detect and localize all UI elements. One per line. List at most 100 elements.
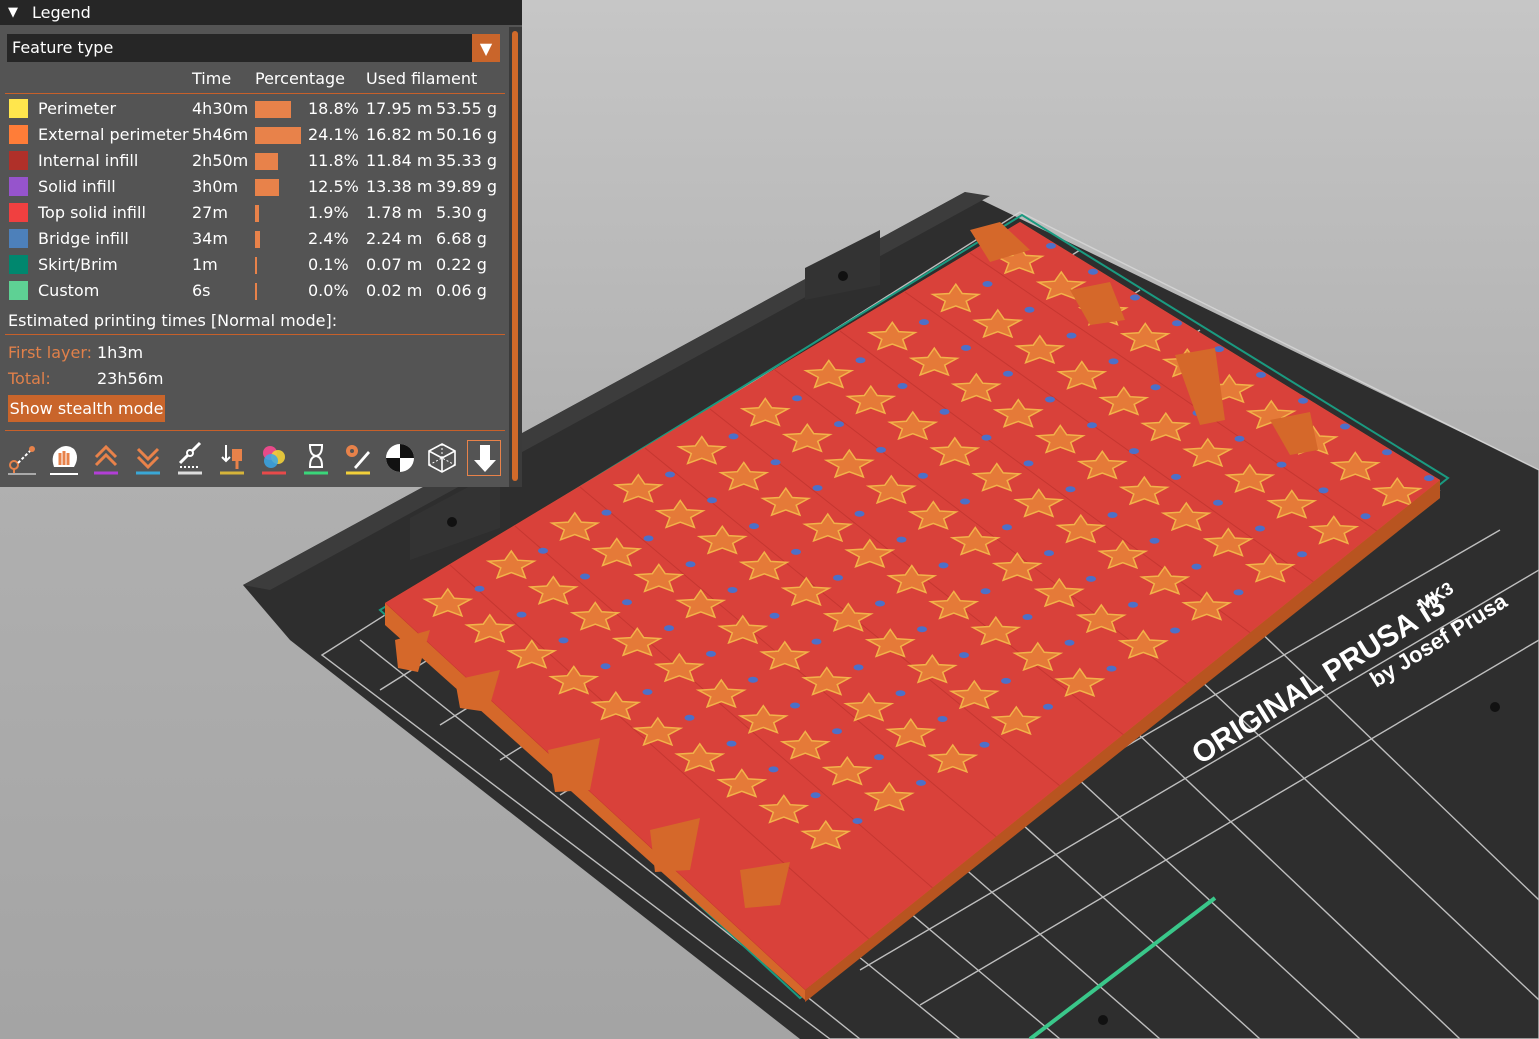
bridge-dot <box>474 585 485 592</box>
bridge-dot <box>1149 537 1160 544</box>
bridge-dot <box>1129 448 1139 455</box>
color-changes-icon[interactable] <box>257 440 291 476</box>
bridge-dot <box>728 433 739 440</box>
color-swatch <box>9 281 28 300</box>
shells-icon[interactable] <box>425 440 459 476</box>
options-toolbar <box>5 440 505 478</box>
color-swatch <box>9 255 28 274</box>
bridge-dot <box>770 459 781 466</box>
percentage-bar <box>255 101 291 118</box>
feature-label: Skirt/Brim <box>38 255 118 274</box>
view-type-dropdown[interactable]: Feature type ▼ <box>7 34 500 62</box>
bridge-dot <box>791 548 801 555</box>
time-value: 6s <box>192 281 211 300</box>
length-value: 0.07 m <box>366 255 423 274</box>
bridge-dot <box>1276 461 1287 468</box>
bridge-dot <box>852 818 863 824</box>
travel-icon[interactable] <box>5 440 39 476</box>
bridge-dot <box>960 498 970 505</box>
bridge-dot <box>1043 703 1053 710</box>
bridge-dot <box>1234 435 1245 442</box>
retractions-icon[interactable] <box>89 440 123 476</box>
bridge-dot <box>918 472 928 479</box>
bridge-dot <box>706 650 716 657</box>
length-value: 1.78 m <box>366 203 423 222</box>
bridge-dot <box>981 434 992 441</box>
bridge-dot <box>1360 513 1371 520</box>
first-layer-label: First layer: <box>8 343 93 362</box>
time-value: 34m <box>192 229 228 248</box>
length-value: 2.24 m <box>366 229 423 248</box>
percent-value: 2.4% <box>308 229 349 248</box>
bridge-dot <box>1064 639 1075 646</box>
bridge-dot <box>1086 575 1096 582</box>
bridge-dot <box>980 588 991 595</box>
seams-icon[interactable] <box>173 440 207 476</box>
legend-row[interactable]: Solid infill 3h0m 12.5% 13.38 m 39.89 g <box>0 174 505 200</box>
view-type-value: Feature type <box>12 38 114 57</box>
estimated-separator <box>5 334 505 335</box>
tool-changes-icon[interactable] <box>215 440 249 476</box>
center-of-gravity-icon[interactable] <box>383 440 417 476</box>
bridge-dot <box>769 612 780 619</box>
legend-row[interactable]: External perimeter 5h46m 24.1% 16.82 m 50.16… <box>0 122 505 148</box>
legend-header[interactable]: ▼ Legend <box>0 0 522 25</box>
percentage-bar <box>255 127 301 144</box>
custom-gcode-icon[interactable] <box>341 440 375 476</box>
legend-row[interactable]: Skirt/Brim 1m 0.1% 0.07 m 0.22 g <box>0 252 505 278</box>
bridge-dot <box>1045 396 1055 403</box>
bridge-dot <box>1340 423 1350 430</box>
bridge-dot <box>685 561 696 568</box>
collapse-triangle-icon[interactable]: ▼ <box>8 5 24 20</box>
bridge-dot <box>919 319 929 326</box>
bridge-dot <box>1106 665 1117 672</box>
length-value: 13.38 m <box>366 177 433 196</box>
bridge-dot <box>664 625 674 632</box>
legend-row[interactable]: Perimeter 4h30m 18.8% 17.95 m 53.55 g <box>0 96 505 122</box>
wipe-icon[interactable] <box>47 440 81 476</box>
pause-icon[interactable] <box>299 440 333 476</box>
bridge-dot <box>854 510 865 517</box>
bridge-dot <box>982 281 993 287</box>
weight-value: 35.33 g <box>436 151 498 170</box>
total-value: 23h56m <box>97 369 164 388</box>
legend-row[interactable]: Custom 6s 0.0% 0.02 m 0.06 g <box>0 278 505 304</box>
scrollbar-thumb[interactable] <box>512 31 518 481</box>
bridge-dot <box>749 523 759 530</box>
bridge-dot <box>855 357 866 364</box>
first-layer-value: 1h3m <box>97 343 144 362</box>
bridge-dot <box>1256 371 1266 378</box>
bridge-dot <box>790 702 800 709</box>
bridge-dot <box>642 689 653 695</box>
legend-row[interactable]: Top solid infill 27m 1.9% 1.78 m 5.30 g <box>0 200 505 226</box>
feature-label: Internal infill <box>38 151 139 170</box>
bridge-dot <box>896 536 907 543</box>
deretractions-icon[interactable] <box>131 440 165 476</box>
bridge-dot <box>1214 346 1224 353</box>
bridge-dot <box>580 573 590 580</box>
feature-label: Perimeter <box>38 99 117 118</box>
percentage-bar <box>255 205 259 222</box>
bridge-dot <box>1213 499 1223 506</box>
column-header-time: Time <box>192 69 232 88</box>
feature-label: Bridge infill <box>38 229 129 248</box>
time-value: 5h46m <box>192 125 249 144</box>
length-value: 16.82 m <box>366 125 433 144</box>
bridge-dot <box>916 779 926 786</box>
legend-row[interactable]: Internal infill 2h50m 11.8% 11.84 m 35.33 g <box>0 148 505 174</box>
bridge-dot <box>917 626 927 633</box>
estimated-times-title: Estimated printing times [Normal mode]: <box>8 311 338 330</box>
percent-value: 12.5% <box>308 177 359 196</box>
show-stealth-mode-button[interactable]: Show stealth mode <box>8 395 165 422</box>
bridge-dot <box>897 383 908 389</box>
tool-marker-icon[interactable] <box>467 440 501 476</box>
legend-row[interactable]: Bridge infill 34m 2.4% 2.24 m 6.68 g <box>0 226 505 252</box>
legend-scrollbar[interactable] <box>509 27 522 487</box>
bridge-dot <box>1233 589 1244 596</box>
legend-title: Legend <box>32 3 91 22</box>
chevron-down-icon[interactable]: ▼ <box>472 34 500 62</box>
bridge-dot <box>1088 268 1098 275</box>
toolbar-separator <box>5 430 505 431</box>
bridge-dot <box>1424 475 1434 482</box>
bridge-dot <box>1108 358 1119 365</box>
